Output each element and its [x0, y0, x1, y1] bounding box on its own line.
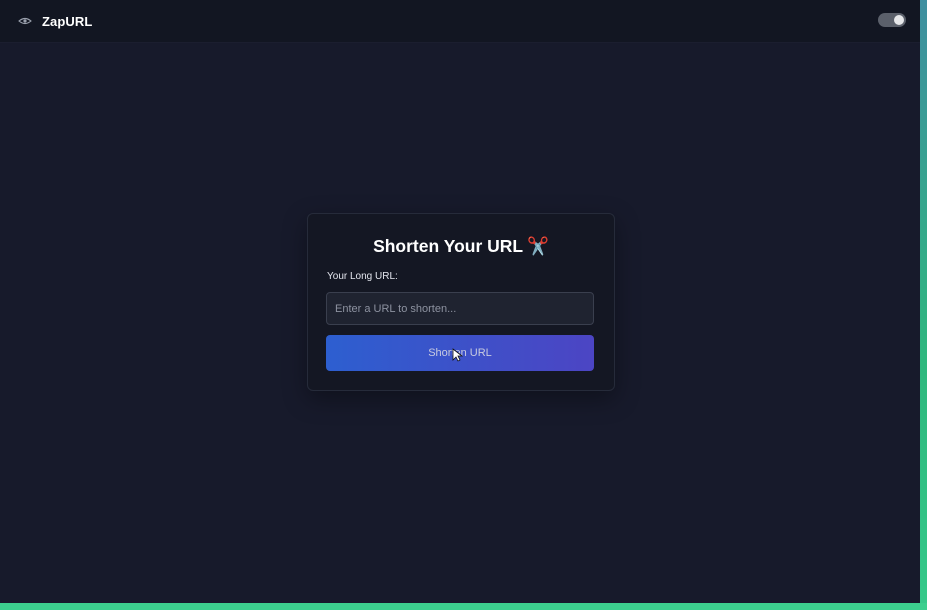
app-window: ZapURL Shorten Your URL ✂️ Your Long URL:…	[0, 0, 920, 603]
bottom-border	[0, 603, 927, 610]
url-input[interactable]	[326, 292, 594, 325]
shorten-card: Shorten Your URL✂️ Your Long URL: Shorte…	[307, 213, 615, 391]
theme-toggle[interactable]	[878, 13, 906, 27]
card-title-text: Shorten Your URL	[373, 236, 524, 256]
eye-icon	[18, 14, 32, 28]
top-navigation-bar: ZapURL	[0, 0, 920, 42]
brand-name[interactable]: ZapURL	[42, 14, 92, 29]
toggle-knob	[894, 15, 904, 25]
card-title: Shorten Your URL ✂️	[308, 236, 614, 257]
mouse-cursor-icon	[452, 348, 464, 362]
scissors-icon: ✂️	[527, 237, 549, 257]
right-border	[920, 0, 927, 610]
url-field-label: Your Long URL:	[327, 271, 398, 282]
